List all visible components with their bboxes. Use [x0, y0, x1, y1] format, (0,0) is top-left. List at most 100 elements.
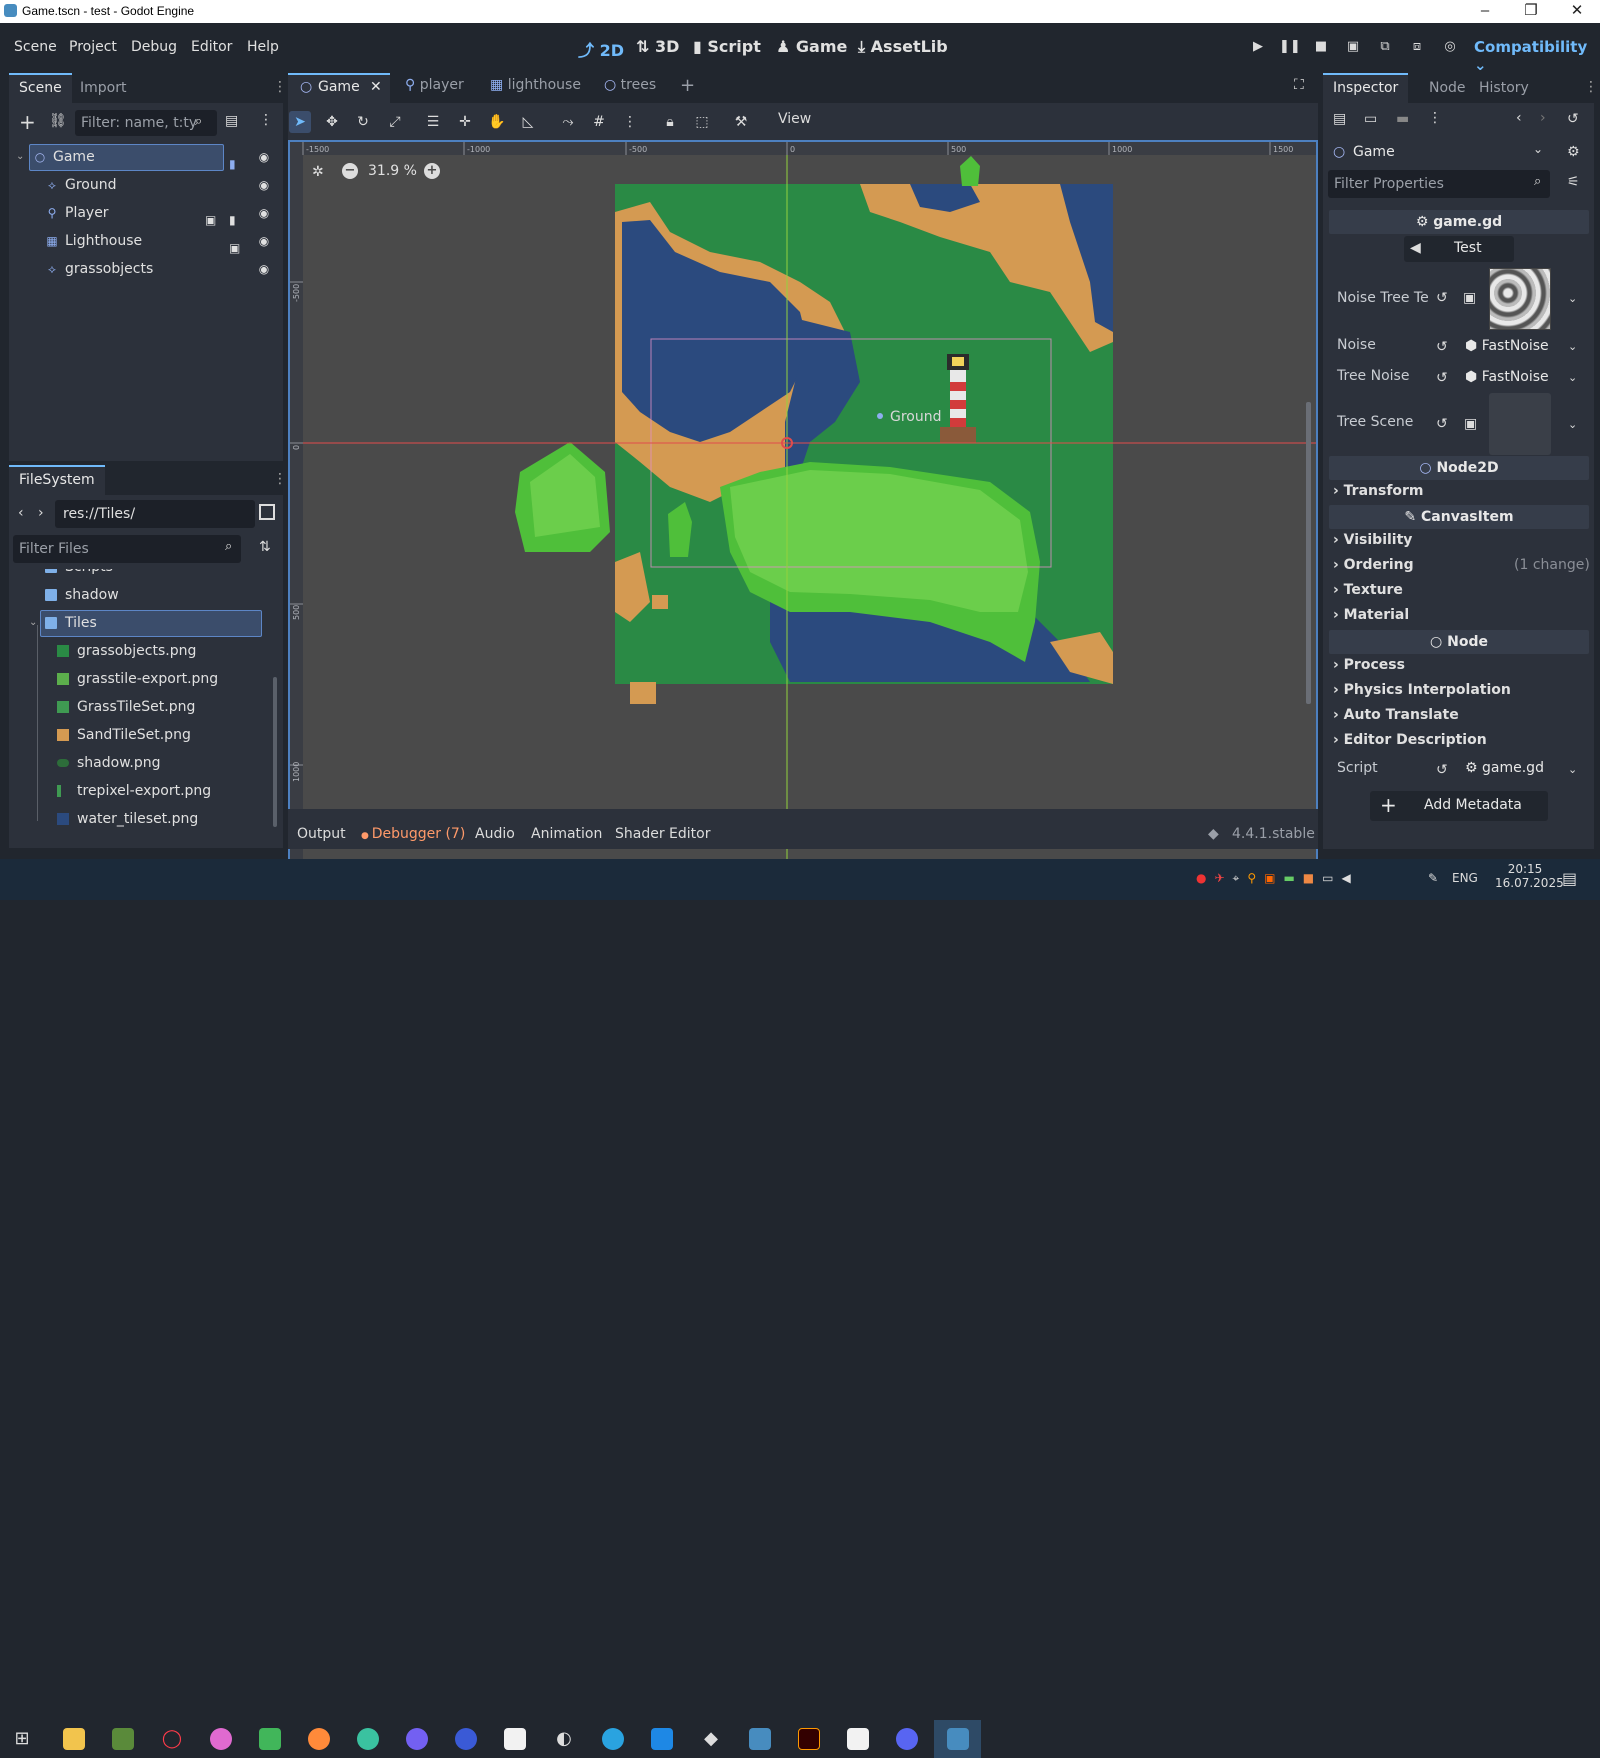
dock-menu-icon[interactable]: ⋮: [273, 79, 287, 95]
app-icon[interactable]: [446, 1720, 486, 1758]
app-icon[interactable]: [348, 1720, 388, 1758]
object-history-icon[interactable]: ↺: [1567, 111, 1579, 127]
scale-tool-icon[interactable]: ⤢: [384, 111, 406, 133]
revert-icon[interactable]: ↺: [1436, 370, 1448, 386]
godot-icon[interactable]: [740, 1720, 780, 1758]
test-button[interactable]: ◀ Test: [1404, 236, 1514, 262]
revert-icon[interactable]: ↺: [1436, 762, 1448, 778]
smart-snap-icon[interactable]: ⤳: [557, 111, 579, 133]
chevron-down-icon[interactable]: ⌄: [1568, 418, 1577, 431]
lock-icon[interactable]: 🔒︎: [659, 111, 681, 133]
tab-debugger[interactable]: ● Debugger (7): [361, 826, 465, 842]
collapse-icon[interactable]: ⌄: [16, 143, 24, 171]
select-tool-icon[interactable]: ➤: [289, 111, 311, 133]
stop-icon[interactable]: ■: [1311, 39, 1331, 57]
visibility-eye-icon[interactable]: ◉: [256, 150, 272, 164]
history-back-icon[interactable]: ‹: [1516, 110, 1522, 126]
menu-editor[interactable]: Editor: [191, 39, 232, 55]
viewport-canvas[interactable]: -1500 -1000 -500 0 500 1000 1500 -500 0 …: [290, 142, 1316, 862]
minimize-button[interactable]: –: [1462, 0, 1508, 23]
group-editor-description[interactable]: › Editor Description: [1333, 732, 1487, 748]
visibility-eye-icon[interactable]: ◉: [256, 234, 272, 248]
file-row[interactable]: water_tileset.png: [13, 805, 271, 833]
new-resource-icon[interactable]: ▤: [1333, 111, 1346, 127]
view-menu[interactable]: View: [778, 111, 811, 127]
tree-node-grassobjects[interactable]: ⟡ grassobjects ◉: [9, 255, 277, 283]
instance-scene-icon[interactable]: ⛓: [49, 113, 67, 129]
zoom-out-icon[interactable]: −: [342, 163, 358, 179]
revert-icon[interactable]: ↺: [1436, 416, 1448, 432]
path-field[interactable]: res://Tiles/: [55, 500, 255, 528]
attach-script-icon[interactable]: ▤: [225, 113, 238, 129]
system-tray-icons[interactable]: ●✈⌖⚲▣▬■▭◀: [1196, 871, 1359, 886]
revert-icon[interactable]: ↺: [1436, 339, 1448, 355]
distraction-free-icon[interactable]: ⛶: [1294, 77, 1304, 93]
tree-node-ground[interactable]: ⟡ Ground ◉: [9, 171, 277, 199]
viber-icon[interactable]: [397, 1720, 437, 1758]
forward-icon[interactable]: ›: [38, 505, 44, 521]
tab-history[interactable]: History: [1469, 73, 1539, 103]
ruler-tool-icon[interactable]: ◺: [517, 111, 539, 133]
discord-icon[interactable]: [887, 1720, 927, 1758]
visibility-eye-icon[interactable]: ◉: [256, 178, 272, 192]
group-icon[interactable]: ⬚: [691, 111, 713, 133]
tree-node-lighthouse[interactable]: ▦ Lighthouse ▣ ◉: [9, 227, 277, 255]
scene-options-icon[interactable]: ⋮: [259, 112, 273, 128]
app-icon[interactable]: [838, 1720, 878, 1758]
tab-inspector[interactable]: Inspector: [1323, 73, 1409, 103]
tab-output[interactable]: Output: [297, 826, 346, 842]
chevron-down-icon[interactable]: ⌄: [1568, 292, 1577, 305]
firefox-icon[interactable]: [299, 1720, 339, 1758]
group-texture[interactable]: › Texture: [1333, 582, 1403, 598]
snap-options-icon[interactable]: ⋮: [619, 111, 641, 133]
file-row[interactable]: shadow.png: [13, 749, 271, 777]
app-icon[interactable]: ◆: [691, 1720, 731, 1758]
input-language[interactable]: ENG: [1452, 871, 1478, 885]
vscode-icon[interactable]: [642, 1720, 682, 1758]
grid-snap-icon[interactable]: #: [588, 111, 610, 133]
notifications-icon[interactable]: ▤: [1562, 869, 1577, 888]
tab-animation[interactable]: Animation: [531, 826, 602, 842]
folder-row[interactable]: shadow: [13, 581, 271, 609]
noise-texture-preview[interactable]: [1489, 268, 1551, 330]
property-options-icon[interactable]: ⚟: [1567, 174, 1580, 190]
split-view-icon[interactable]: [259, 504, 275, 520]
dock-menu-icon[interactable]: ⋮: [273, 471, 287, 487]
center-view-icon[interactable]: ✲: [312, 164, 324, 180]
restore-button[interactable]: ❐: [1508, 0, 1554, 23]
tab-player-scene[interactable]: ⚲ player: [405, 77, 464, 93]
opera-icon[interactable]: ◯: [152, 1720, 192, 1758]
movie-maker-icon[interactable]: ◎: [1440, 39, 1460, 57]
filter-files-input[interactable]: Filter Files: [13, 535, 241, 563]
chevron-down-icon[interactable]: ⌄: [1568, 371, 1577, 384]
close-window-button[interactable]: ✕: [1554, 0, 1600, 23]
tab-trees-scene[interactable]: ○ trees: [604, 77, 656, 93]
selectable-nodes-icon[interactable]: ☰: [422, 111, 444, 133]
dock-menu-icon[interactable]: ⋮: [1584, 79, 1598, 95]
tab-import[interactable]: Import: [70, 73, 136, 103]
play-icon[interactable]: ▶: [1248, 39, 1268, 57]
file-row[interactable]: GrassTileSet.png: [13, 693, 271, 721]
move-tool-icon[interactable]: ✥: [321, 111, 343, 133]
new-tab-icon[interactable]: +: [680, 75, 695, 96]
group-visibility[interactable]: › Visibility: [1333, 532, 1412, 548]
menu-help[interactable]: Help: [247, 39, 279, 55]
chevron-down-icon[interactable]: ⌄: [1568, 340, 1577, 353]
folder-row[interactable]: Scripts: [13, 569, 271, 581]
minecraft-icon[interactable]: [103, 1720, 143, 1758]
resource-value-tree-noise[interactable]: ⬢ FastNoise: [1465, 369, 1549, 385]
pivot-tool-icon[interactable]: ✛: [454, 111, 476, 133]
play-custom-scene-icon[interactable]: ⧈: [1407, 39, 1427, 57]
group-material[interactable]: › Material: [1333, 607, 1409, 623]
rotate-tool-icon[interactable]: ↻: [352, 111, 374, 133]
group-transform[interactable]: › Transform: [1333, 483, 1424, 499]
tab-shader-editor[interactable]: Shader Editor: [615, 826, 710, 842]
skeleton-icon[interactable]: ⚒: [730, 111, 752, 133]
tab-scene[interactable]: Scene: [9, 73, 72, 103]
add-node-icon[interactable]: +: [19, 110, 36, 134]
app-icon[interactable]: [201, 1720, 241, 1758]
visibility-eye-icon[interactable]: ◉: [256, 206, 272, 220]
history-forward-icon[interactable]: ›: [1540, 110, 1546, 126]
filesystem-scrollbar[interactable]: [273, 677, 277, 827]
tab-node[interactable]: Node: [1419, 73, 1476, 103]
